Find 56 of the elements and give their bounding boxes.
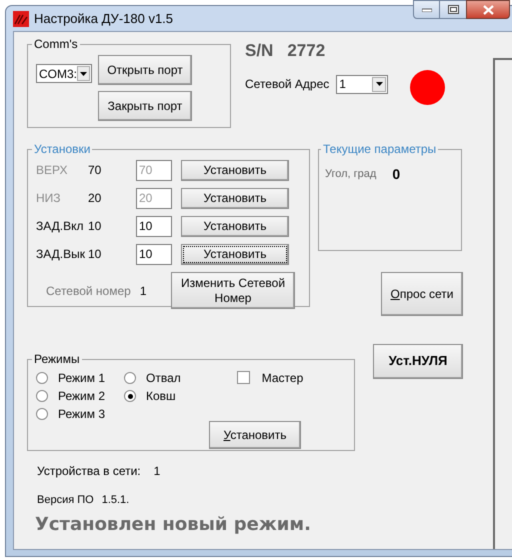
window-title: Настройка ДУ-180 v1.5 xyxy=(34,10,174,28)
group-label: Режимы xyxy=(33,351,81,368)
set-button[interactable]: Установить xyxy=(181,244,289,264)
parameter-label: Угол, град xyxy=(325,167,376,182)
setting-value: 10 xyxy=(88,218,102,235)
version-label: Версия ПО xyxy=(37,493,94,508)
close-button[interactable] xyxy=(466,0,510,19)
network-number-label: Сетевой номер xyxy=(46,282,131,300)
serial-number: 2772 xyxy=(287,40,326,62)
setting-value: 20 xyxy=(88,190,102,207)
port-button[interactable]: Закрыть порт xyxy=(98,91,192,121)
port-button[interactable]: Открыть порт xyxy=(98,55,192,85)
version-value: 1.5.1. xyxy=(102,493,130,508)
minimize-button[interactable] xyxy=(413,0,440,19)
group-label: Comm's xyxy=(33,36,79,53)
setting-input[interactable]: 10 xyxy=(136,216,172,236)
status-message: Установлен новый режим. xyxy=(35,512,312,536)
master-label: Мастер xyxy=(262,370,304,387)
radio-button[interactable] xyxy=(36,372,48,384)
radio-label: Режим 2 xyxy=(58,388,106,405)
radio-button[interactable] xyxy=(124,372,136,384)
network-address-dropdown[interactable]: 1 xyxy=(336,74,388,94)
radio-button[interactable] xyxy=(36,408,48,420)
set-zero-button[interactable]: Уст.НУЛЯ xyxy=(373,344,463,379)
minimize-icon xyxy=(422,8,432,12)
radio-button[interactable] xyxy=(36,390,48,402)
master-checkbox[interactable] xyxy=(236,371,250,384)
maximize-icon xyxy=(448,5,458,14)
setting-value: 10 xyxy=(88,246,102,263)
port-dropdown[interactable]: COM3: xyxy=(36,64,92,83)
poll-network-button[interactable]: Опрос сети xyxy=(381,272,463,316)
setting-input[interactable]: 10 xyxy=(136,244,172,264)
radio-button[interactable] xyxy=(124,390,136,402)
network-address-label: Сетевой Адрес xyxy=(245,76,330,93)
network-number-value: 1 xyxy=(140,282,147,300)
setting-label: ЗАД.Вкл xyxy=(36,218,85,235)
radio-label: Режим 3 xyxy=(58,406,106,423)
close-icon xyxy=(482,4,494,14)
change-network-number-button[interactable]: Изменить Сетевой Номер xyxy=(171,272,295,309)
setting-label: ЗАД.Вык xyxy=(36,246,86,263)
radio-label: Ковш xyxy=(146,388,176,405)
setting-value: 70 xyxy=(88,162,102,179)
group-label: Установки xyxy=(33,141,92,158)
apply-mode-button[interactable]: Установить xyxy=(209,421,301,449)
serial-label: S/N xyxy=(245,40,274,62)
maximize-button[interactable] xyxy=(440,0,466,19)
devices-count: 1 xyxy=(154,463,160,480)
radio-label: Отвал xyxy=(146,370,181,387)
set-button[interactable]: Установить xyxy=(181,216,289,236)
devices-label: Устройства в сети: xyxy=(37,463,141,480)
setting-label: ВЕРХ xyxy=(36,162,68,179)
group-label: Текущие параметры xyxy=(322,141,438,158)
parameter-value: 0 xyxy=(392,165,400,184)
app-logo-icon xyxy=(13,10,29,26)
setting-label: НИЗ xyxy=(36,190,62,207)
radio-label: Режим 1 xyxy=(58,370,106,387)
